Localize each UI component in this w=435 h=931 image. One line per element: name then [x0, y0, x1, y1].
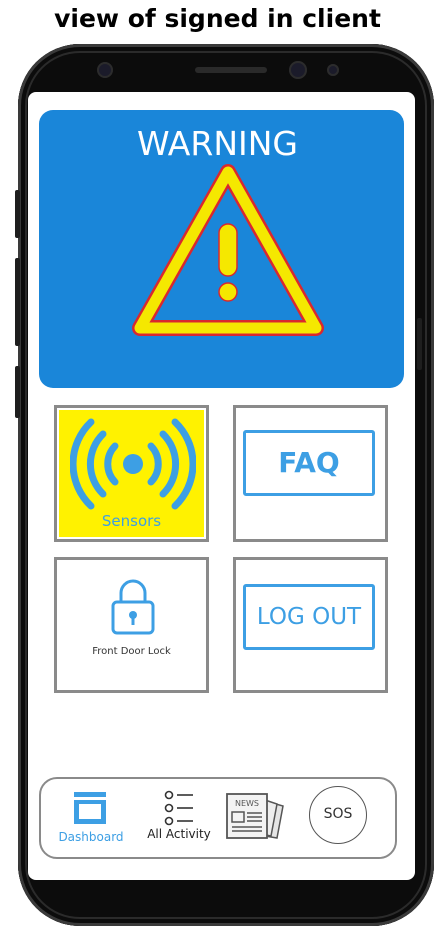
dashboard-icon[interactable]	[73, 791, 107, 825]
front-door-lock-label: Front Door Lock	[92, 646, 171, 657]
warning-triangle-icon	[132, 164, 324, 336]
power-button	[417, 318, 422, 370]
proximity-sensor-icon	[327, 64, 339, 76]
checklist-icon[interactable]	[163, 789, 197, 827]
sos-label: SOS	[323, 806, 353, 822]
logout-button[interactable]: LOG OUT	[243, 584, 375, 650]
volume-button	[15, 190, 20, 238]
bixby-button	[15, 366, 20, 418]
front-camera-icon	[289, 61, 307, 79]
news-label: NEWS	[234, 799, 260, 808]
sensors-label: Sensors	[101, 512, 162, 530]
wireless-sensor-icon	[70, 418, 196, 510]
volume-button-2	[15, 258, 20, 346]
faq-button[interactable]: FAQ	[243, 430, 375, 496]
dashboard-label[interactable]: Dashboard	[56, 830, 126, 844]
earpiece-speaker	[195, 67, 267, 73]
warning-title: WARNING	[136, 124, 298, 163]
page-caption: view of signed in client	[54, 4, 381, 33]
iris-sensor-icon	[97, 62, 113, 78]
padlock-icon	[111, 579, 155, 635]
all-activity-label[interactable]: All Activity	[140, 827, 218, 841]
